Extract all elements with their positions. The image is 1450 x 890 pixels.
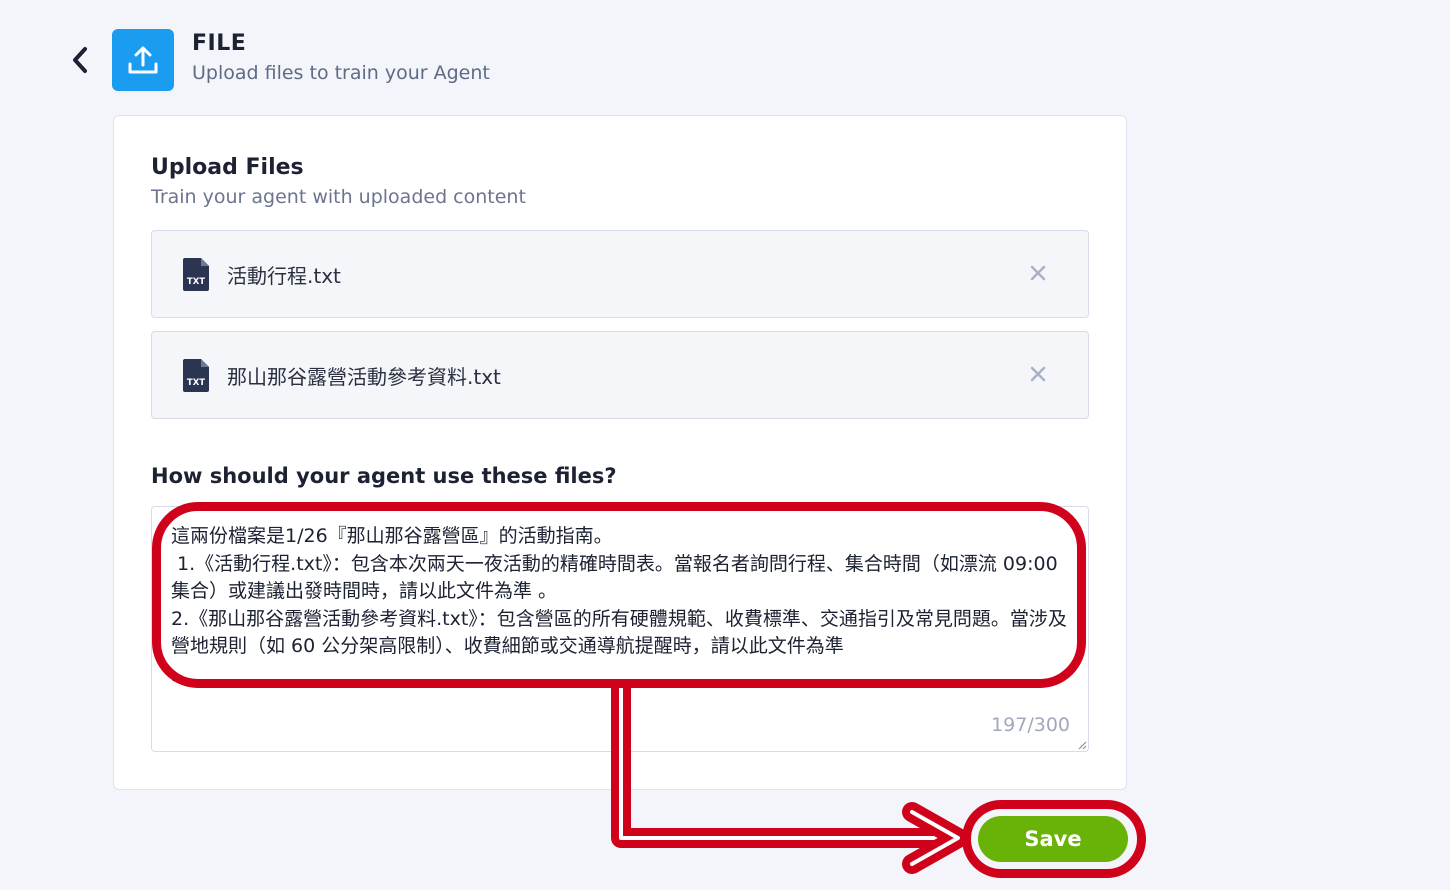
save-button[interactable]: Save: [978, 816, 1128, 862]
file-type-label: TXT: [187, 378, 205, 388]
chevron-left-icon: [73, 47, 87, 73]
txt-file-icon: TXT: [183, 359, 209, 392]
instructions-textarea[interactable]: 這兩份檔案是1/26『那山那谷露營區』的活動指南。 1.《活動行程.txt》：包…: [151, 506, 1089, 752]
close-icon: [1030, 265, 1046, 281]
remove-file-button[interactable]: [1026, 362, 1050, 386]
file-name: 那山那谷露營活動參考資料.txt: [227, 365, 501, 389]
character-count: 197/300: [991, 714, 1070, 736]
txt-file-icon: TXT: [183, 258, 209, 291]
upload-icon-tile: [112, 29, 174, 91]
instructions-text: 這兩份檔案是1/26『那山那谷露營區』的活動指南。 1.《活動行程.txt》：包…: [171, 525, 1067, 685]
upload-section-subtitle: Train your agent with uploaded content: [151, 186, 526, 208]
upload-icon: [128, 46, 158, 74]
page-root: FILE Upload files to train your Agent Up…: [0, 0, 1450, 890]
file-type-label: TXT: [187, 277, 205, 287]
instructions-label: How should your agent use these files?: [151, 464, 617, 488]
file-name: 活動行程.txt: [227, 264, 341, 288]
page-subtitle: Upload files to train your Agent: [192, 62, 490, 84]
close-icon: [1030, 366, 1046, 382]
file-item: TXT 那山那谷露營活動參考資料.txt: [151, 331, 1089, 419]
file-item: TXT 活動行程.txt: [151, 230, 1089, 318]
resize-handle-icon[interactable]: [1077, 740, 1087, 750]
remove-file-button[interactable]: [1026, 261, 1050, 285]
page-title: FILE: [192, 31, 247, 56]
upload-section-title: Upload Files: [151, 155, 304, 180]
back-button[interactable]: [62, 40, 98, 80]
upload-card: Upload Files Train your agent with uploa…: [113, 115, 1127, 790]
